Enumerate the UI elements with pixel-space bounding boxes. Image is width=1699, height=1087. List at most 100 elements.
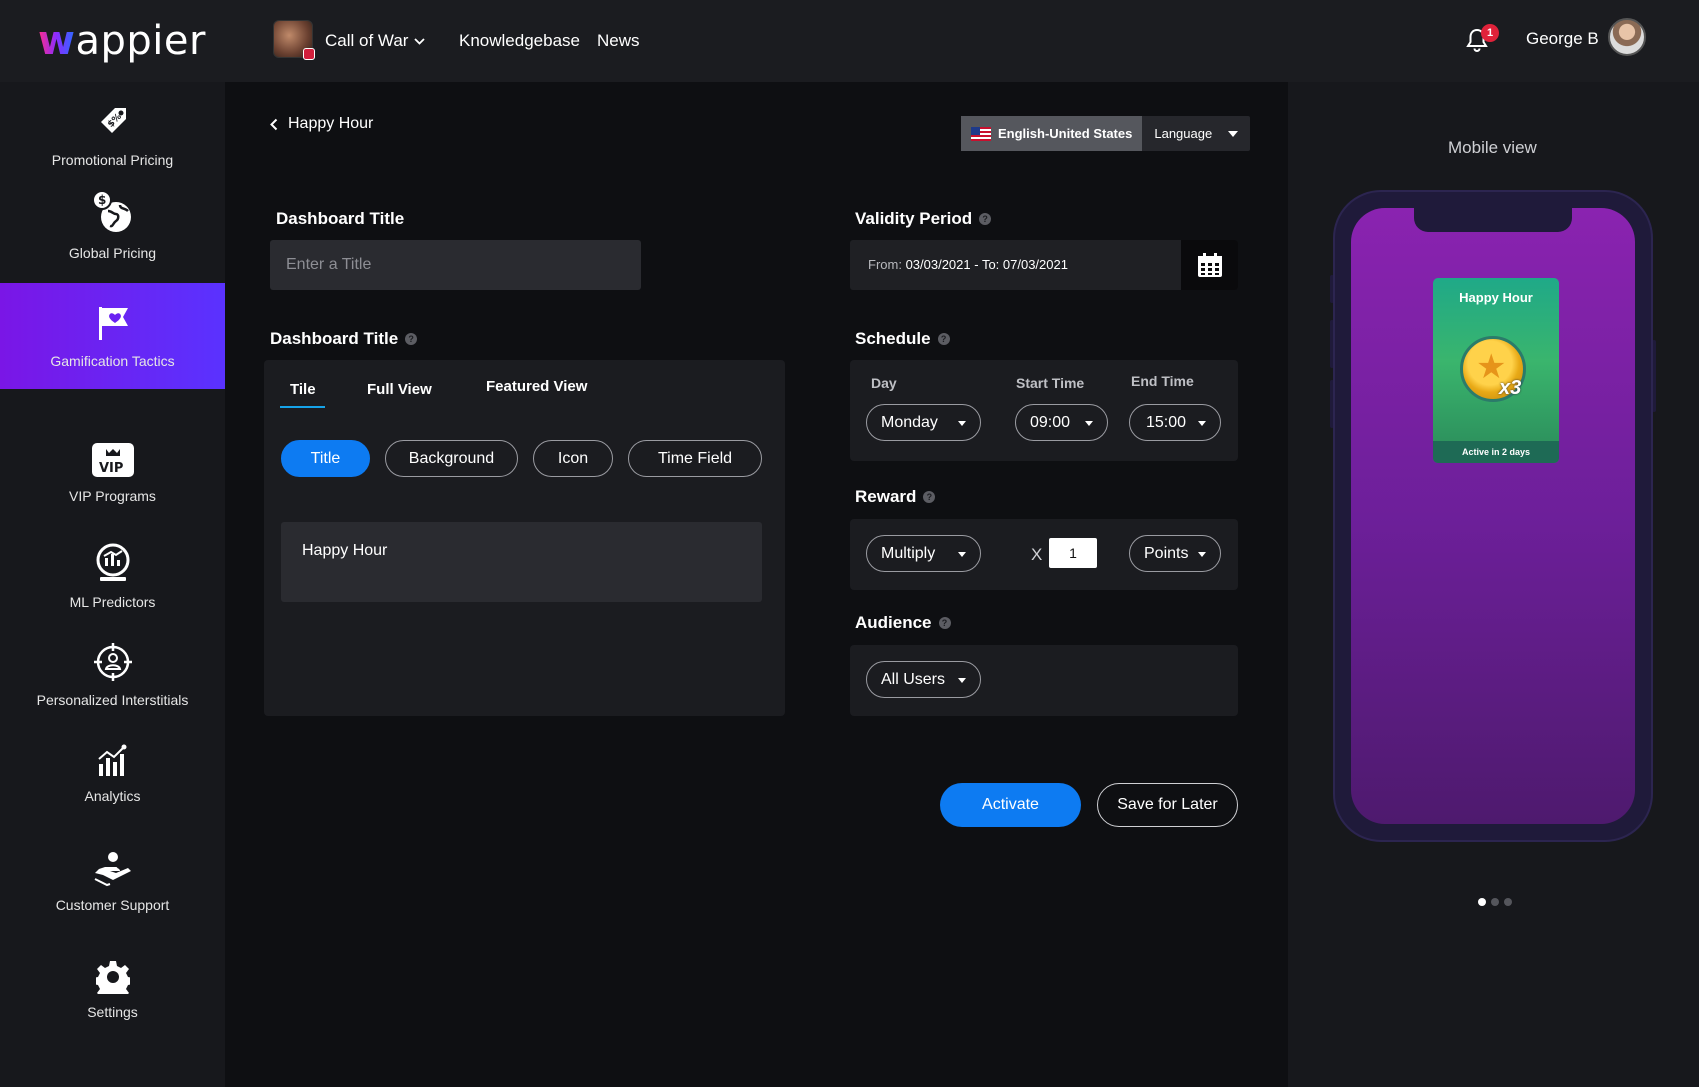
audience-label: Audience? [855,613,951,633]
caret-down-icon [1085,421,1093,426]
reward-operation-value: Multiply [881,544,936,562]
game-badge-icon [303,48,315,60]
sidebar-item-label: Customer Support [55,897,170,913]
sidebar-item-label: ML Predictors [69,594,156,610]
game-selector[interactable]: Call of War [325,31,426,51]
audience-dropdown[interactable]: All Users [866,661,981,698]
caret-down-icon [1228,130,1239,137]
day-value: Monday [881,413,938,431]
chevron-left-icon [270,118,278,130]
dashboard-title-text: Dashboard Title [276,209,405,228]
carousel-dot[interactable] [1478,898,1486,906]
tab-full-view[interactable]: Full View [367,381,432,398]
help-icon[interactable]: ? [979,213,992,225]
reward-unit-value: Points [1144,544,1189,562]
help-icon[interactable]: ? [923,491,936,503]
price-tag-icon: $% [100,108,126,133]
sidebar-item-label: Promotional Pricing [51,152,174,168]
reward-label-text: Reward [855,487,917,506]
caret-down-icon [1198,421,1206,426]
sidebar-item-customer-support[interactable]: Customer Support [0,849,225,913]
calendar-button[interactable] [1181,240,1238,290]
schedule-label-text: Schedule [855,329,931,348]
top-bar: wappier Call of War Knowledgebase News 1… [0,0,1699,82]
sidebar-item-label: VIP Programs [69,488,156,504]
reward-unit-dropdown[interactable]: Points [1129,535,1221,572]
title-text-field[interactable]: Happy Hour [281,522,762,602]
sidebar-item-ml-predictors[interactable]: ML Predictors [0,542,225,610]
reward-label: Reward? [855,487,936,507]
language-selected-label: English-United States [998,126,1133,141]
sidebar-item-label: Personalized Interstitials [36,692,189,708]
help-icon[interactable]: ? [937,333,950,345]
card-footer: Active in 2 days [1433,441,1559,463]
language-selected[interactable]: English-United States [961,116,1143,151]
card-multiplier: x3 [1499,377,1522,399]
sidebar-item-gamification-tactics[interactable]: Gamification Tactics [0,283,225,389]
gear-icon [95,961,130,994]
help-icon[interactable]: ? [938,617,951,629]
carousel-dots [1478,898,1512,906]
pill-background[interactable]: Background [385,440,518,477]
audience-label-text: Audience [855,613,932,632]
happy-hour-card[interactable]: Happy Hour ★ x3 Active in 2 days [1433,278,1559,463]
sidebar-item-promotional-pricing[interactable]: $% Promotional Pricing [0,102,225,168]
svg-text:VIP: VIP [99,461,123,476]
sidebar-item-personalized-interstitials[interactable]: Personalized Interstitials [0,642,225,708]
us-flag-icon [971,126,991,141]
multiply-sign: X [1031,545,1043,564]
chevron-down-icon [414,37,426,45]
start-time-value: 09:00 [1030,413,1071,431]
start-time-dropdown[interactable]: 09:00 [1015,404,1108,441]
user-name[interactable]: George B [1526,29,1599,49]
app-root: wappier Call of War Knowledgebase News 1… [0,0,1699,1087]
validity-range-value: 03/03/2021 - To: 07/03/2021 [905,257,1068,272]
carousel-dot[interactable] [1504,898,1512,906]
sidebar-item-settings[interactable]: Settings [0,960,225,1020]
dashboard-title-input[interactable] [270,240,641,290]
title-editor: Tile Full View Featured View Title Backg… [264,360,785,716]
nav-news[interactable]: News [597,31,640,51]
sidebar-item-label: Settings [87,1004,138,1020]
wappier-logo[interactable]: wappier [38,18,206,64]
save-for-later-button[interactable]: Save for Later [1097,783,1238,827]
reward-operation-dropdown[interactable]: Multiply [866,535,981,572]
sidebar-item-global-pricing[interactable]: $ Global Pricing [0,189,225,261]
pill-time-field[interactable]: Time Field [628,440,762,477]
game-avatar[interactable] [273,20,315,60]
sidebar-item-label: Gamification Tactics [50,353,175,369]
validity-range: From: 03/03/2021 - To: 07/03/2021 [868,257,1068,272]
pill-title[interactable]: Title [281,440,370,477]
avatar[interactable] [1608,18,1646,56]
multiplier-input[interactable] [1049,538,1097,568]
end-time-dropdown[interactable]: 15:00 [1129,404,1221,441]
help-icon[interactable]: ? [405,333,418,345]
sidebar-item-vip-programs[interactable]: VIP VIP Programs [0,442,225,504]
sidebar-item-analytics[interactable]: Analytics [0,744,225,804]
tab-featured-view[interactable]: Featured View [486,378,587,395]
tab-active-indicator [280,406,325,408]
audience-value: All Users [881,670,946,688]
validity-field[interactable]: From: 03/03/2021 - To: 07/03/2021 [850,240,1238,290]
calendar-icon [1197,253,1222,277]
tab-tile[interactable]: Tile [290,381,316,398]
page-title: Happy Hour [288,115,374,132]
target-user-icon [93,643,132,681]
nav-knowledgebase[interactable]: Knowledgebase [459,31,580,51]
carousel-dot[interactable] [1491,898,1499,906]
sidebar: $% Promotional Pricing $ Global Pricing … [0,82,225,1087]
language-dropdown[interactable]: Language [1142,116,1250,151]
day-dropdown[interactable]: Monday [866,404,981,441]
card-title: Happy Hour [1459,290,1533,305]
sidebar-item-label: Global Pricing [68,245,157,261]
validity-label-text: Validity Period [855,209,973,228]
pill-icon[interactable]: Icon [533,440,613,477]
validity-from-prefix: From: [868,257,906,272]
back-link[interactable]: Happy Hour [270,115,373,133]
schedule-label: Schedule? [855,329,950,349]
hand-person-icon [94,852,131,887]
mobile-view-label: Mobile view [1448,138,1537,157]
globe-dollar-icon: $ [91,190,131,232]
activate-button[interactable]: Activate [940,783,1081,827]
notification-badge: 1 [1481,24,1499,42]
